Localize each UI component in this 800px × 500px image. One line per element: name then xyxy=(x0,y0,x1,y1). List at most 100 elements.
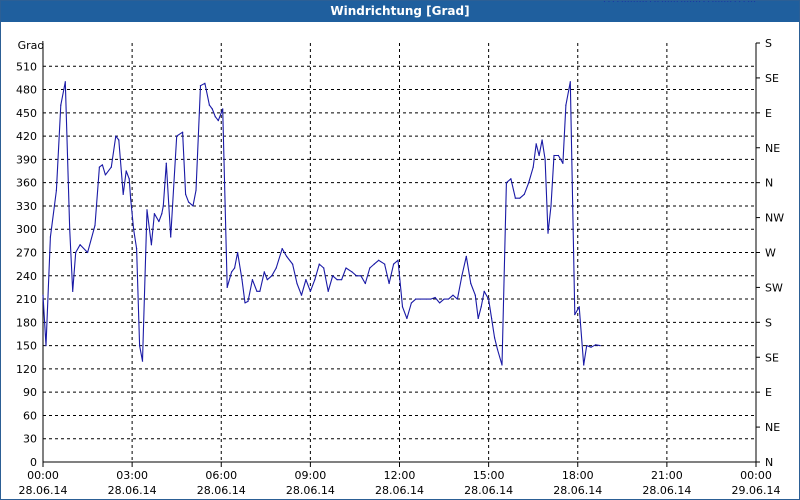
data-point xyxy=(192,205,194,207)
right-axis-label: NE xyxy=(765,421,780,434)
data-point xyxy=(721,1,723,2)
data-point xyxy=(642,1,644,2)
data-point xyxy=(715,1,717,2)
data-point xyxy=(693,1,695,2)
data-point xyxy=(170,236,172,238)
data-point xyxy=(535,143,537,145)
data-point xyxy=(60,104,62,106)
right-axis-label: SE xyxy=(765,351,779,364)
x-tick-time: 00:00 xyxy=(740,469,772,482)
data-point xyxy=(384,263,386,265)
data-point xyxy=(236,251,239,254)
x-tick-date: 28.06.14 xyxy=(553,484,602,497)
data-point xyxy=(690,1,692,2)
right-axis-label: NE xyxy=(765,142,780,155)
data-point xyxy=(340,279,343,281)
data-point xyxy=(128,178,130,180)
x-tick-time: 12:00 xyxy=(384,469,416,482)
data-point xyxy=(72,290,74,292)
data-point xyxy=(434,296,436,299)
data-point xyxy=(603,1,606,2)
y-tick-label: 90 xyxy=(23,386,37,399)
y-tick-label: 480 xyxy=(16,84,37,97)
data-point xyxy=(739,1,741,2)
data-point xyxy=(291,263,294,265)
data-point xyxy=(649,1,652,2)
y-tick-label: 510 xyxy=(16,60,37,73)
data-point xyxy=(360,275,362,277)
data-point xyxy=(425,298,427,300)
data-point xyxy=(727,1,729,2)
data-point xyxy=(639,1,641,2)
data-point xyxy=(528,182,530,184)
data-point xyxy=(327,290,329,292)
data-point xyxy=(590,346,592,348)
data-point xyxy=(633,1,635,2)
data-point xyxy=(488,298,490,300)
data-point xyxy=(687,1,689,2)
data-point xyxy=(594,344,597,346)
right-axis-label: E xyxy=(765,386,772,399)
data-point xyxy=(496,348,499,351)
data-point xyxy=(557,154,560,157)
data-point xyxy=(208,104,210,106)
data-point xyxy=(214,116,216,118)
data-point xyxy=(146,209,148,211)
data-point xyxy=(98,166,101,168)
data-point xyxy=(415,298,417,300)
data-point xyxy=(657,1,659,2)
data-point xyxy=(523,193,525,195)
data-point xyxy=(138,345,141,347)
data-point xyxy=(718,1,720,2)
data-point xyxy=(406,317,408,320)
data-point xyxy=(314,279,316,281)
data-point xyxy=(275,267,277,269)
data-point xyxy=(681,1,683,2)
right-axis-label: S xyxy=(765,37,772,50)
data-point xyxy=(544,158,546,160)
data-point xyxy=(122,193,124,195)
data-point xyxy=(187,201,190,203)
data-point xyxy=(483,290,485,292)
data-point xyxy=(599,345,601,347)
right-axis-label: NW xyxy=(765,212,784,225)
data-point xyxy=(101,164,104,166)
data-point xyxy=(388,282,390,285)
data-point xyxy=(397,259,399,261)
x-tick-time: 06:00 xyxy=(205,469,237,482)
data-point xyxy=(490,317,493,320)
y-tick-label: 330 xyxy=(16,200,37,213)
x-tick-date: 28.06.14 xyxy=(197,484,246,497)
x-tick-time: 18:00 xyxy=(562,469,594,482)
data-point xyxy=(676,1,678,2)
right-axis-label: N xyxy=(765,177,773,190)
data-point xyxy=(158,220,160,223)
data-point xyxy=(664,1,666,2)
data-point xyxy=(336,279,338,281)
data-point xyxy=(75,251,77,254)
data-point xyxy=(251,279,254,281)
data-point xyxy=(630,1,632,2)
data-point xyxy=(505,182,508,184)
data-point xyxy=(608,1,610,2)
data-point xyxy=(135,248,138,250)
data-point xyxy=(493,337,496,339)
data-point xyxy=(378,259,380,261)
data-point xyxy=(323,267,325,269)
data-point xyxy=(244,302,246,304)
y-tick-label: 210 xyxy=(16,293,37,306)
data-point xyxy=(430,298,432,300)
data-point xyxy=(684,1,686,2)
data-point xyxy=(266,279,268,281)
data-point xyxy=(574,313,576,316)
x-tick-date: 28.06.14 xyxy=(375,484,424,497)
data-point xyxy=(271,275,273,277)
data-point xyxy=(673,1,675,2)
data-point xyxy=(461,275,463,277)
x-tick-date: 28.06.14 xyxy=(642,484,691,497)
data-point xyxy=(586,345,588,347)
data-point xyxy=(724,1,726,2)
data-point xyxy=(281,248,283,250)
data-point xyxy=(182,131,184,133)
data-point xyxy=(443,298,445,300)
